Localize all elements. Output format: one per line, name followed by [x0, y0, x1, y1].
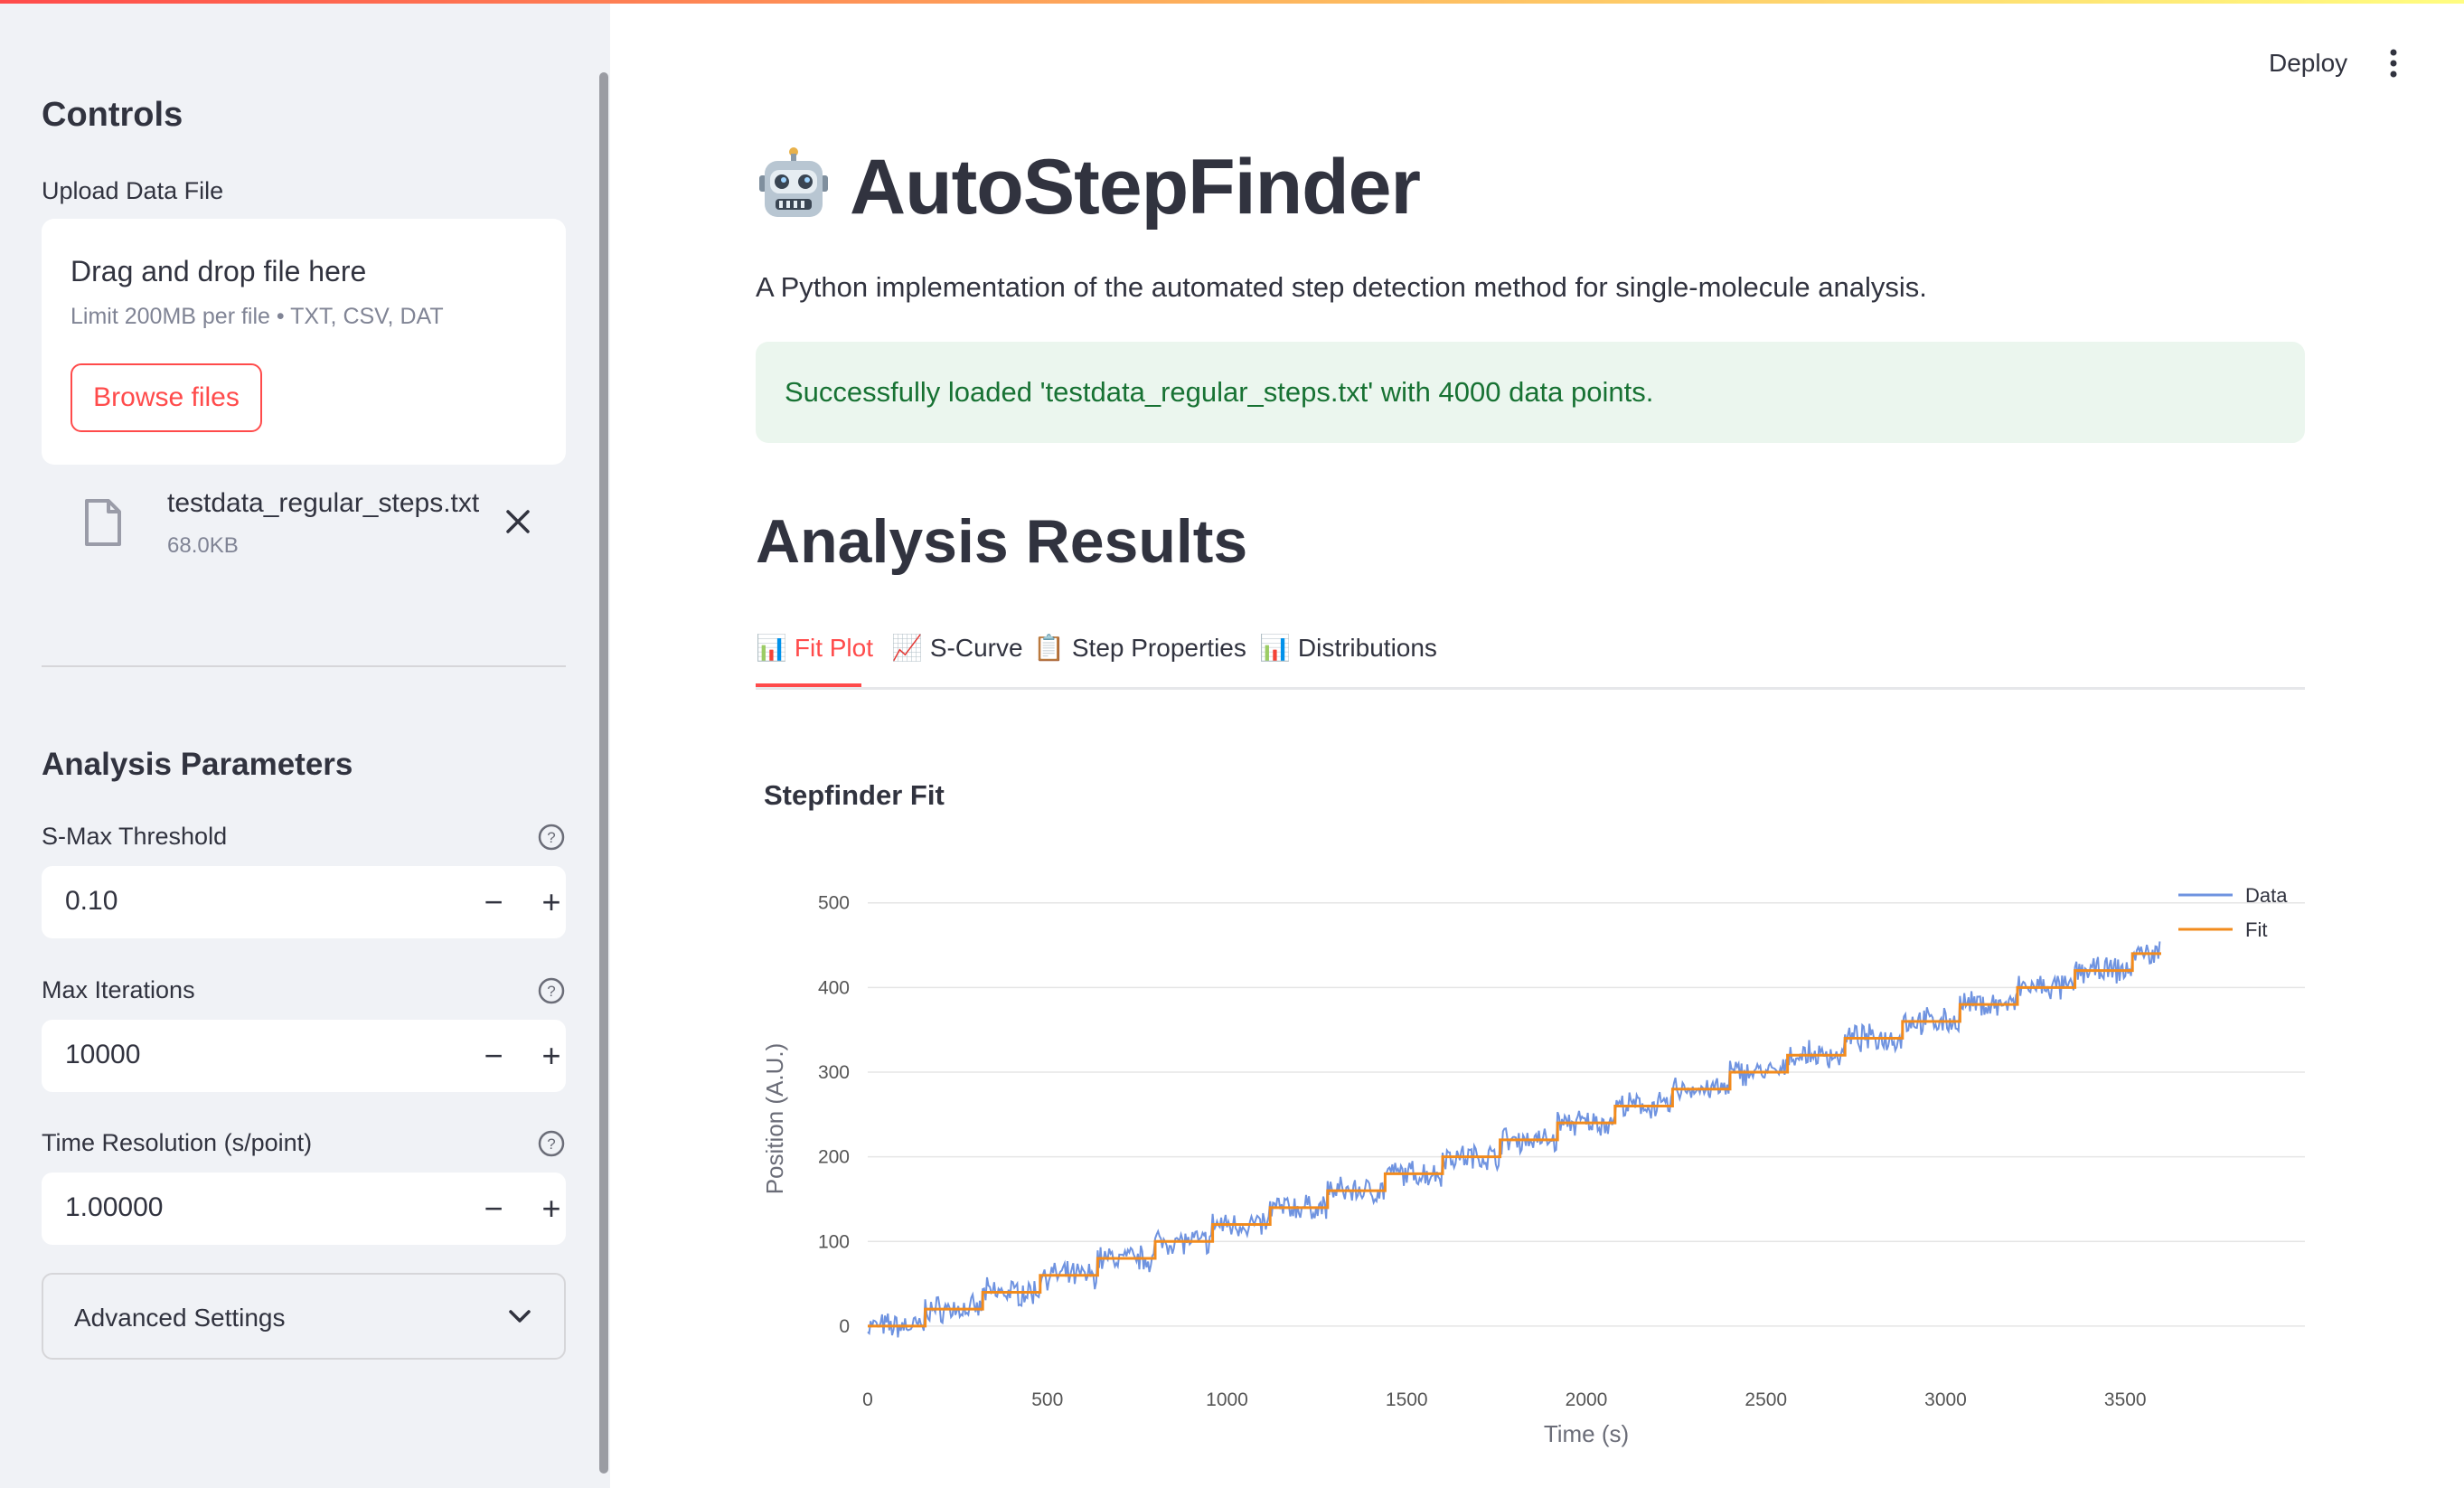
legend-data-label: Data: [2245, 884, 2288, 907]
file-name: testdata_regular_steps.txt: [167, 488, 480, 518]
y-tick-label: 0: [839, 1316, 850, 1337]
y-tick-label: 300: [818, 1062, 850, 1083]
tab-step-properties[interactable]: 📋 Step Properties: [1033, 633, 1246, 663]
y-tick-label: 200: [818, 1147, 850, 1168]
uploaded-file: testdata_regular_steps.txt 68.0KB: [42, 479, 566, 570]
bar-chart-icon: 📊: [1259, 634, 1291, 662]
x-tick-label: 0: [862, 1389, 873, 1410]
time-resolution-input[interactable]: 1.00000 − +: [42, 1173, 566, 1245]
increment-button[interactable]: +: [526, 1031, 577, 1081]
x-axis-label: Time (s): [1544, 1420, 1629, 1447]
svg-text:?: ?: [547, 829, 555, 846]
dropzone-limit: Limit 200MB per file • TXT, CSV, DAT: [71, 304, 444, 329]
y-axis-label: Position (A.U.): [761, 1043, 788, 1195]
tab-fit-plot[interactable]: 📊 Fit Plot: [756, 633, 873, 663]
y-tick-label: 400: [818, 977, 850, 998]
sidebar: Controls Upload Data File Drag and drop …: [0, 0, 610, 1488]
advanced-settings-label: Advanced Settings: [74, 1304, 286, 1332]
svg-text:?: ?: [547, 983, 555, 1000]
time-resolution-label: Time Resolution (s/point): [42, 1129, 313, 1156]
file-dropzone[interactable]: Drag and drop file here Limit 200MB per …: [42, 219, 566, 465]
results-tabs: 📊 Fit Plot 📈 S-Curve 📋 Step Properties 📊…: [756, 627, 2305, 690]
close-icon[interactable]: [503, 506, 533, 542]
x-tick-label: 3000: [1924, 1389, 1967, 1410]
deploy-button[interactable]: Deploy: [2269, 49, 2347, 78]
sidebar-title: Controls: [42, 96, 183, 134]
max-iterations-value: 10000: [65, 1040, 141, 1069]
x-tick-label: 1000: [1206, 1389, 1248, 1410]
svg-text:?: ?: [547, 1135, 555, 1153]
clipboard-icon: 📋: [1033, 634, 1065, 662]
tab-label: Distributions: [1297, 633, 1437, 662]
browse-files-button[interactable]: Browse files: [71, 363, 262, 432]
decrement-button[interactable]: −: [468, 1031, 519, 1081]
help-icon[interactable]: ?: [537, 976, 566, 1010]
x-tick-label: 2500: [1745, 1389, 1787, 1410]
chevron-down-icon: [506, 1305, 533, 1332]
tab-s-curve[interactable]: 📈 S-Curve: [891, 633, 1023, 663]
tab-label: Fit Plot: [794, 633, 874, 662]
x-tick-label: 3500: [2104, 1389, 2147, 1410]
tab-distributions[interactable]: 📊 Distributions: [1259, 633, 1437, 663]
x-tick-label: 500: [1031, 1389, 1063, 1410]
top-decoration-bar: [0, 0, 2464, 4]
help-icon[interactable]: ?: [537, 823, 566, 856]
decrement-button[interactable]: −: [468, 1183, 519, 1234]
help-icon[interactable]: ?: [537, 1129, 566, 1163]
file-icon: [83, 499, 123, 551]
chart-title: Stepfinder Fit: [764, 779, 945, 811]
sidebar-scrollbar[interactable]: [599, 72, 608, 1474]
legend-fit-label: Fit: [2245, 918, 2267, 941]
tab-label: S-Curve: [929, 633, 1023, 662]
advanced-settings-expander[interactable]: Advanced Settings: [42, 1273, 566, 1360]
more-menu-icon[interactable]: [2383, 47, 2404, 84]
dropzone-text: Drag and drop file here: [71, 255, 367, 287]
line-chart-icon: 📈: [891, 634, 923, 662]
success-alert: Successfully loaded 'testdata_regular_st…: [756, 342, 2305, 443]
smax-threshold-input[interactable]: 0.10 − +: [42, 866, 566, 938]
analysis-parameters-heading: Analysis Parameters: [42, 747, 353, 782]
max-iterations-label: Max Iterations: [42, 976, 195, 1003]
sidebar-divider: [42, 665, 566, 667]
tab-label: Step Properties: [1071, 633, 1246, 662]
y-tick-label: 500: [818, 893, 850, 914]
x-tick-label: 2000: [1566, 1389, 1608, 1410]
active-tab-indicator: [756, 683, 861, 687]
file-size: 68.0KB: [167, 533, 239, 558]
y-tick-label: 100: [818, 1231, 850, 1252]
upload-label: Upload Data File: [42, 177, 224, 204]
section-title: Analysis Results: [756, 507, 1248, 576]
smax-threshold-value: 0.10: [65, 886, 118, 916]
page-title: AutoStepFinder: [850, 144, 1421, 231]
increment-button[interactable]: +: [526, 1183, 577, 1234]
robot-icon: [756, 146, 832, 227]
decrement-button[interactable]: −: [468, 877, 519, 928]
max-iterations-input[interactable]: 10000 − +: [42, 1020, 566, 1092]
stepfinder-fit-chart[interactable]: 0 100 200 300 400 500 0 500 1000 1500 2000 2500 3000…: [756, 850, 2310, 1483]
time-resolution-value: 1.00000: [65, 1192, 164, 1222]
x-tick-label: 1500: [1386, 1389, 1428, 1410]
bar-chart-icon: 📊: [756, 634, 787, 662]
page-description: A Python implementation of the automated…: [756, 271, 1927, 303]
success-message: Successfully loaded 'testdata_regular_st…: [785, 376, 1654, 408]
increment-button[interactable]: +: [526, 877, 577, 928]
smax-threshold-label: S-Max Threshold: [42, 823, 228, 850]
